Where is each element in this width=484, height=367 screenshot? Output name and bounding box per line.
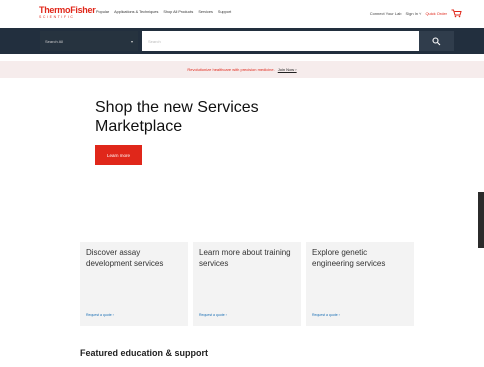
nav-item-support[interactable]: Support — [218, 10, 231, 14]
nav-item-shop-all-products[interactable]: Shop All Products — [163, 10, 193, 14]
card-title: Discover assay development services — [86, 248, 164, 268]
card-title: Learn more about training services — [199, 248, 291, 268]
connect-your-lab-link[interactable]: Connect Your Lab — [370, 11, 402, 16]
quick-order-link[interactable]: Quick Order — [425, 11, 447, 16]
logo-subtitle: SCIENTIFIC — [39, 15, 75, 19]
nav-item-popular[interactable]: Popular — [96, 10, 109, 14]
cart-icon[interactable] — [451, 9, 462, 18]
search-button[interactable] — [419, 31, 454, 51]
feedback-side-tab[interactable] — [478, 192, 484, 248]
promo-text: Revolutionize healthcare with precision … — [187, 67, 275, 72]
request-quote-link[interactable]: Request a quote › — [312, 313, 340, 317]
search-scope-value: Search All — [45, 38, 64, 44]
join-now-link[interactable]: Join Now › — [278, 67, 297, 72]
search-input[interactable] — [142, 31, 419, 51]
nav-item-applications[interactable]: Applications & Techniques — [114, 10, 158, 14]
featured-heading: Featured education & support — [80, 348, 209, 358]
learn-more-button[interactable]: Learn more — [95, 145, 142, 165]
search-icon — [432, 36, 441, 45]
logo-wordmark: ThermoFisher — [39, 5, 96, 15]
card-title: Explore genetic engineering services — [312, 248, 386, 268]
sign-in-link[interactable]: Sign In ˅ — [406, 11, 422, 16]
nav-item-services[interactable]: Services — [198, 10, 213, 14]
thermofisher-logo[interactable]: ThermoFisher SCIENTIFIC — [39, 5, 96, 20]
chevron-down-icon: ▾ — [130, 38, 133, 44]
request-quote-link[interactable]: Request a quote › — [199, 313, 227, 317]
top-header: ThermoFisher SCIENTIFIC Popular Applicat… — [0, 0, 484, 28]
card-training-services: Learn more about training services Reque… — [193, 242, 301, 326]
card-genetic-engineering: Explore genetic engineering services Req… — [306, 242, 414, 326]
card-assay-development: Discover assay development services Requ… — [80, 242, 188, 326]
request-quote-link[interactable]: Request a quote › — [86, 313, 114, 317]
service-cards: Discover assay development services Requ… — [80, 242, 414, 326]
search-scope-dropdown[interactable]: Search All ▾ — [40, 31, 138, 51]
promo-banner: Revolutionize healthcare with precision … — [0, 61, 484, 78]
utility-nav: Connect Your Lab Sign In ˅ Quick Order — [370, 9, 462, 18]
main-nav: Popular Applications & Techniques Shop A… — [96, 10, 231, 14]
hero-title: Shop the new Services Marketplace — [95, 99, 259, 135]
